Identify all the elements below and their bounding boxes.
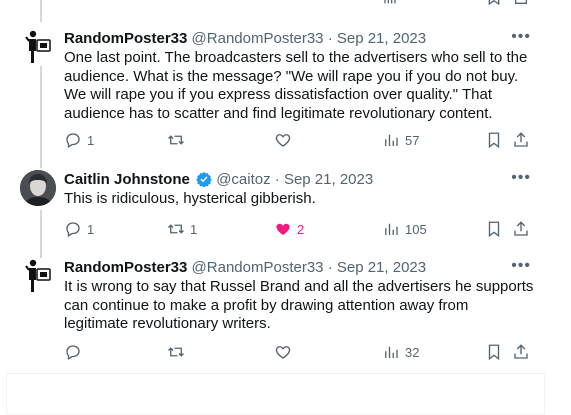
tweet-text: It is wrong to say that Russel Brand and… bbox=[64, 278, 534, 332]
share-icon[interactable] bbox=[513, 0, 529, 6]
avatar[interactable] bbox=[20, 258, 56, 294]
tweet[interactable]: RandomPoster33 @RandomPoster33 · Sep 21,… bbox=[0, 258, 545, 368]
thread-line bbox=[40, 0, 42, 22]
bookmark-button[interactable] bbox=[485, 343, 503, 361]
views-icon[interactable] bbox=[380, 0, 398, 6]
avatar[interactable] bbox=[20, 170, 56, 206]
author-handle[interactable]: @RandomPoster33 bbox=[192, 259, 324, 276]
separator: · bbox=[274, 171, 280, 188]
tweet[interactable]: Caitlin Johnstone @caitoz · Sep 21, 2023… bbox=[0, 170, 545, 240]
retweet-icon bbox=[168, 347, 184, 357]
tweet-date[interactable]: Sep 21, 2023 bbox=[337, 259, 426, 276]
views-button[interactable]: 32 bbox=[382, 343, 419, 361]
views-icon bbox=[385, 134, 398, 146]
bookmark-button[interactable] bbox=[485, 131, 503, 149]
heart-icon bbox=[275, 134, 291, 147]
views-button[interactable]: 105 bbox=[382, 220, 427, 238]
author-name[interactable]: RandomPoster33 bbox=[64, 30, 187, 47]
views-icon bbox=[385, 346, 398, 358]
share-button[interactable] bbox=[512, 343, 530, 361]
bookmark-button[interactable] bbox=[485, 220, 503, 238]
share-icon bbox=[514, 344, 528, 359]
more-options-icon[interactable]: ••• bbox=[511, 258, 531, 274]
share-icon bbox=[514, 132, 528, 147]
tweet-header: RandomPoster33 @RandomPoster33 · Sep 21,… bbox=[64, 258, 426, 278]
person-with-sign-icon bbox=[25, 259, 51, 292]
previous-tweet-actions bbox=[0, 0, 571, 6]
reply-icon bbox=[66, 133, 80, 148]
tweet-text: This is ridiculous, hysterical gibberish… bbox=[64, 190, 316, 207]
heart-icon bbox=[275, 346, 291, 359]
reply-button[interactable] bbox=[64, 343, 87, 361]
like-button[interactable] bbox=[274, 343, 297, 361]
more-options-icon[interactable]: ••• bbox=[511, 29, 531, 45]
view-count: 32 bbox=[405, 344, 420, 360]
like-count: 2 bbox=[297, 221, 305, 237]
tweet-actions: 1 57 bbox=[64, 131, 534, 151]
tweet[interactable]: RandomPoster33 @RandomPoster33 · Sep 21,… bbox=[0, 29, 545, 159]
separator: · bbox=[327, 259, 333, 276]
bookmark-icon bbox=[488, 344, 500, 361]
retweet-button[interactable] bbox=[167, 343, 190, 361]
reply-count: 1 bbox=[87, 132, 95, 148]
avatar[interactable] bbox=[20, 29, 56, 65]
reply-icon bbox=[66, 222, 80, 237]
tweet-actions: 32 bbox=[64, 343, 534, 363]
retweet-icon bbox=[168, 135, 184, 145]
retweet-icon bbox=[168, 224, 184, 234]
bookmark-icon bbox=[488, 221, 500, 238]
tweet-date[interactable]: Sep 21, 2023 bbox=[284, 171, 373, 188]
share-button[interactable] bbox=[512, 131, 530, 149]
author-handle[interactable]: @RandomPoster33 bbox=[192, 30, 324, 47]
bookmark-icon[interactable] bbox=[486, 0, 502, 6]
tweet-text: One last point. The broadcasters sell to… bbox=[64, 49, 528, 122]
author-name[interactable]: RandomPoster33 bbox=[64, 259, 187, 276]
view-count: 57 bbox=[405, 132, 420, 148]
views-icon bbox=[385, 223, 398, 235]
reply-button[interactable]: 1 bbox=[64, 131, 94, 149]
separator: · bbox=[327, 30, 333, 47]
more-options-icon[interactable]: ••• bbox=[511, 170, 531, 186]
retweet-button[interactable] bbox=[167, 131, 190, 149]
heart-filled-icon bbox=[276, 223, 290, 235]
views-button[interactable]: 57 bbox=[382, 131, 419, 149]
share-icon bbox=[514, 221, 528, 236]
tweet-header: RandomPoster33 @RandomPoster33 · Sep 21,… bbox=[64, 29, 426, 49]
share-button[interactable] bbox=[512, 220, 530, 238]
reply-count: 1 bbox=[87, 221, 95, 237]
retweet-button[interactable]: 1 bbox=[167, 220, 197, 238]
retweet-count: 1 bbox=[190, 221, 198, 237]
bookmark-icon bbox=[488, 132, 500, 149]
tweet-header: Caitlin Johnstone @caitoz · Sep 21, 2023 bbox=[64, 170, 373, 190]
next-item-placeholder bbox=[6, 373, 545, 415]
reply-button[interactable]: 1 bbox=[64, 220, 94, 238]
verified-badge-icon[interactable] bbox=[196, 171, 212, 187]
reply-icon bbox=[66, 345, 80, 360]
view-count: 105 bbox=[405, 221, 427, 237]
tweet-date[interactable]: Sep 21, 2023 bbox=[337, 30, 426, 47]
person-with-sign-icon bbox=[25, 30, 51, 63]
like-button[interactable]: 2 bbox=[274, 220, 304, 238]
profile-photo-icon bbox=[20, 170, 56, 206]
like-button[interactable] bbox=[274, 131, 297, 149]
tweet-actions: 1 1 2 105 bbox=[64, 220, 534, 240]
author-handle[interactable]: @caitoz bbox=[216, 171, 270, 188]
author-name[interactable]: Caitlin Johnstone bbox=[64, 171, 190, 188]
